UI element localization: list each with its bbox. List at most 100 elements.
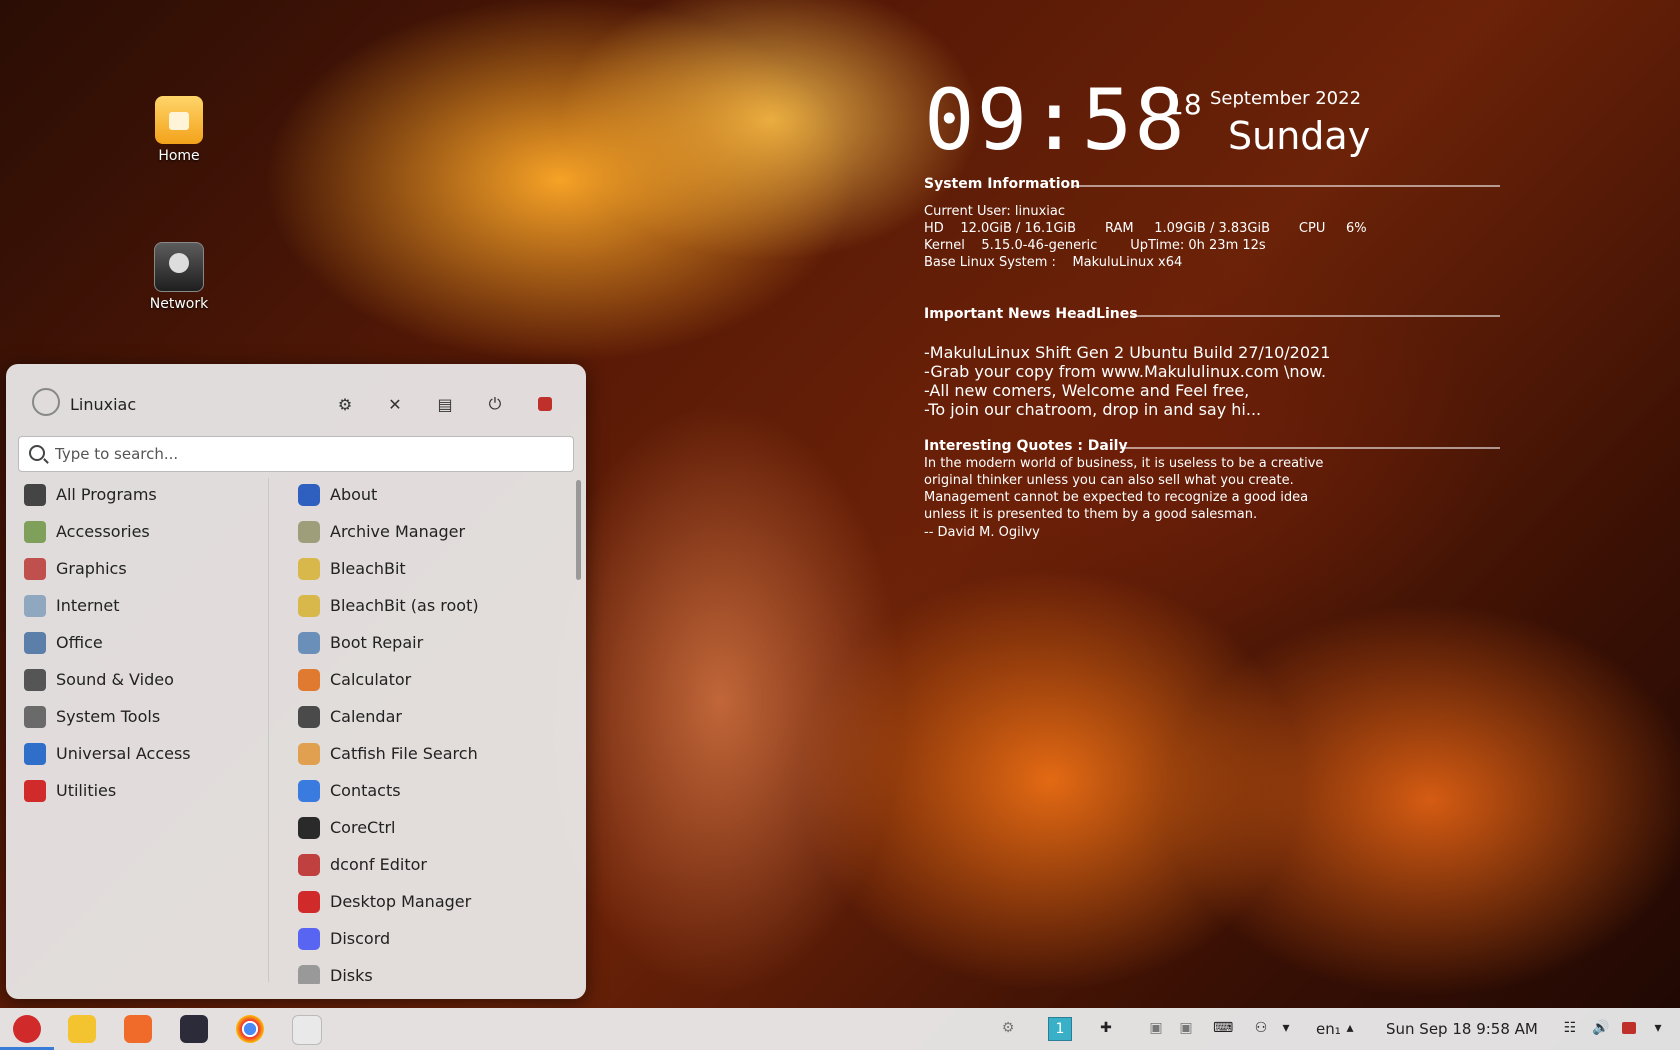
divider [1120, 447, 1500, 449]
power-icon[interactable]: ⏻ [483, 392, 507, 416]
search-input[interactable] [53, 441, 557, 467]
calendar-icon [298, 705, 320, 728]
taskbar: ⚙ 1 ✚ ▣ ▣ ⌨ ⚇ ▾ en₁ ▴ Sun Sep 18 9:58 AM… [0, 1008, 1680, 1050]
num-lock-icon: ▣ [1149, 1020, 1163, 1036]
app-item[interactable]: Boot Repair [298, 624, 568, 661]
app-item[interactable]: Discord [298, 920, 568, 957]
workspace-indicator[interactable]: 1 [1048, 1017, 1072, 1041]
quotes-title: Interesting Quotes : Daily [924, 438, 1128, 454]
category-item[interactable]: Office [24, 624, 264, 661]
chevron-down-icon[interactable]: ▾ [1650, 1020, 1666, 1036]
user-avatar-icon[interactable] [32, 388, 60, 416]
category-item[interactable]: All Programs [24, 476, 264, 513]
user-name[interactable]: Linuxiac [70, 395, 136, 414]
column-divider [268, 478, 269, 982]
taskbar-clock[interactable]: Sun Sep 18 9:58 AM [1386, 1020, 1538, 1038]
desktop-icon-label: Home [158, 148, 200, 164]
news-title: Important News HeadLines [924, 306, 1138, 322]
makulu-menu-icon[interactable] [13, 1015, 41, 1043]
app-item[interactable]: Calculator [298, 661, 568, 698]
clock-weekday: Sunday [1228, 114, 1371, 158]
keyboard-icon[interactable]: ⌨ [1213, 1020, 1233, 1036]
user-settings-icon[interactable] [292, 1015, 322, 1045]
app-item[interactable]: Archive Manager [298, 513, 568, 550]
app-label: CoreCtrl [330, 818, 396, 837]
chevron-up-icon[interactable]: ▴ [1342, 1020, 1358, 1036]
catfish-icon [298, 742, 320, 765]
category-item[interactable]: Sound & Video [24, 661, 264, 698]
clock-time: 09:58 [924, 71, 1187, 169]
keyboard-layout[interactable]: en₁ [1316, 1020, 1341, 1038]
category-item[interactable]: Universal Access [24, 735, 264, 772]
app-label: Calculator [330, 670, 412, 689]
app-label: Contacts [330, 781, 401, 800]
app-item[interactable]: Desktop Manager [298, 883, 568, 920]
shutdown-icon[interactable] [533, 392, 557, 416]
caps-lock-icon: ▣ [1179, 1020, 1193, 1036]
app-label: BleachBit [330, 559, 406, 578]
app-item[interactable]: CoreCtrl [298, 809, 568, 846]
desktop-manager-icon [298, 890, 320, 913]
news-line: -MakuluLinux Shift Gen 2 Ubuntu Build 27… [924, 343, 1331, 362]
corectrl-icon [298, 816, 320, 839]
category-label: Graphics [56, 559, 127, 578]
lock-screen-icon[interactable]: ▤ [433, 392, 457, 416]
divider [1130, 315, 1500, 317]
settings-gear-icon[interactable]: ⚙ [333, 392, 357, 416]
volume-icon[interactable]: 🔊 [1592, 1020, 1609, 1036]
search-box[interactable] [18, 436, 574, 472]
category-label: Universal Access [56, 744, 191, 763]
category-item[interactable]: Graphics [24, 550, 264, 587]
accessories-icon [24, 520, 46, 543]
app-item[interactable]: Calendar [298, 698, 568, 735]
terminal-icon[interactable] [180, 1015, 208, 1043]
category-item[interactable]: Utilities [24, 772, 264, 809]
tools-icon[interactable]: ✕ [383, 392, 407, 416]
network-icon[interactable]: ☷ [1562, 1020, 1578, 1036]
app-item[interactable]: Catfish File Search [298, 735, 568, 772]
category-label: Office [56, 633, 103, 652]
quote-text: In the modern world of business, it is u… [924, 456, 1324, 522]
accessibility-icon[interactable]: ⚇ [1253, 1020, 1269, 1036]
bleachbit-icon [298, 557, 320, 580]
info-icon [298, 483, 320, 506]
desktop-icon-label: Network [149, 296, 209, 312]
extensions-icon[interactable]: ✚ [1098, 1020, 1114, 1036]
app-item[interactable]: About [298, 476, 568, 513]
category-item[interactable]: Internet [24, 587, 264, 624]
chevron-down-icon[interactable]: ▾ [1278, 1020, 1294, 1036]
power-tray-icon[interactable] [1622, 1022, 1636, 1034]
network-tray-icon[interactable]: ⚙ [1000, 1020, 1016, 1036]
dconf-icon [298, 853, 320, 876]
quote-author: -- David M. Ogilvy [924, 525, 1040, 540]
files-icon[interactable] [68, 1015, 96, 1043]
app-item[interactable]: BleachBit (as root) [298, 587, 568, 624]
grid-icon [24, 483, 46, 506]
software-store-icon[interactable] [124, 1015, 152, 1043]
app-item[interactable]: Disks [298, 957, 568, 984]
contacts-icon [298, 779, 320, 802]
category-label: All Programs [56, 485, 157, 504]
category-label: Utilities [56, 781, 117, 800]
app-label: Catfish File Search [330, 744, 478, 763]
desktop-icon-network[interactable]: Network [134, 242, 224, 312]
app-item[interactable]: Contacts [298, 772, 568, 809]
category-label: Internet [56, 596, 120, 615]
sysinfo-line: Base Linux System : MakuluLinux x64 [924, 255, 1183, 270]
app-item[interactable]: BleachBit [298, 550, 568, 587]
scrollbar[interactable] [576, 480, 581, 580]
sound-video-icon [24, 668, 46, 691]
chrome-icon[interactable] [236, 1015, 264, 1043]
app-label: Disks [330, 966, 373, 984]
app-item[interactable]: dconf Editor [298, 846, 568, 883]
internet-icon [24, 594, 46, 617]
sysinfo-title: System Information [924, 176, 1081, 192]
app-label: Boot Repair [330, 633, 424, 652]
category-item[interactable]: Accessories [24, 513, 264, 550]
category-label: Sound & Video [56, 670, 174, 689]
category-item[interactable]: System Tools [24, 698, 264, 735]
desktop-icon-home[interactable]: Home [134, 96, 224, 164]
disks-icon [298, 964, 320, 984]
discord-icon [298, 927, 320, 950]
category-label: System Tools [56, 707, 161, 726]
